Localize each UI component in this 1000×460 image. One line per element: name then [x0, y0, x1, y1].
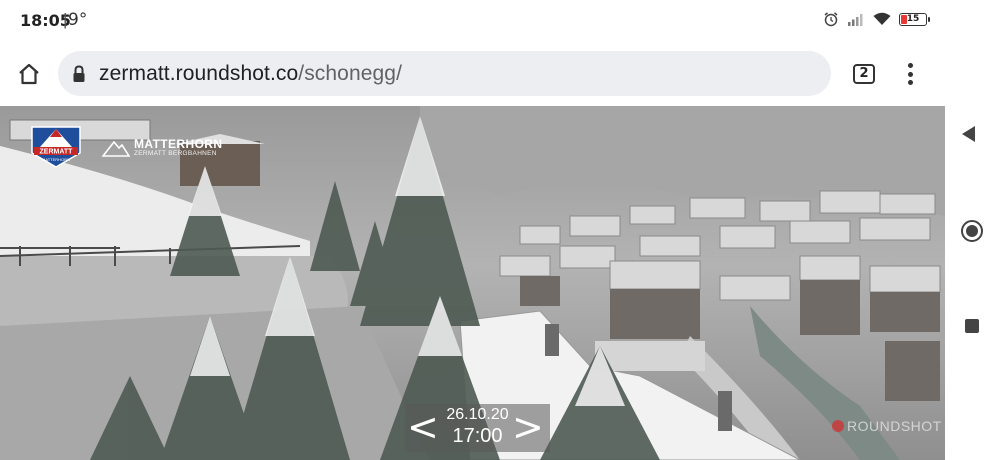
matterhorn-bergbahnen-logo[interactable]: MATTERHORN ZERMATT BERGBAHNEN — [102, 138, 222, 158]
url-path: /schonegg/ — [298, 61, 403, 85]
zermatt-logo-sub: MATTERHORN — [42, 157, 70, 162]
zermatt-logo[interactable]: ZERMATT MATTERHORN — [28, 123, 84, 169]
previous-image-button[interactable]: < — [407, 404, 439, 450]
status-bar: 18:05 | 9° 15 — [0, 0, 945, 40]
webcam-panorama[interactable]: ZERMATT MATTERHORN MATTERHORN ZERMATT BE… — [0, 106, 945, 460]
mountain-icon — [102, 140, 130, 157]
matterhorn-logo-sub: ZERMATT BERGBAHNEN — [134, 150, 217, 157]
matterhorn-logo-text: MATTERHORN ZERMATT BERGBAHNEN — [134, 138, 222, 158]
status-separator: | — [63, 10, 68, 29]
home-icon — [19, 63, 39, 85]
wifi-icon — [873, 12, 891, 25]
menu-dot — [907, 80, 913, 85]
url-domain: zermatt.roundshot.co — [99, 61, 299, 85]
signal-icon — [848, 14, 863, 26]
home-circle-icon[interactable] — [961, 220, 983, 242]
matterhorn-logo-title: MATTERHORN — [134, 137, 223, 151]
zermatt-logo-title: ZERMATT — [40, 149, 74, 156]
url-text: zermatt.roundshot.co/schonegg/ — [99, 62, 402, 86]
recents-icon[interactable] — [965, 319, 979, 333]
url-bar[interactable]: zermatt.roundshot.co/schonegg/ — [58, 51, 831, 96]
menu-dot — [907, 71, 913, 77]
status-temperature: 9° — [68, 10, 88, 30]
menu-dot — [907, 63, 913, 68]
battery-icon: 15 — [899, 12, 930, 26]
android-navigation-bar — [945, 0, 1000, 460]
back-icon[interactable] — [962, 126, 975, 142]
home-button[interactable] — [14, 59, 44, 89]
roundshot-dot-icon — [832, 420, 844, 432]
lock-icon — [72, 64, 86, 83]
alarm-icon — [824, 12, 838, 27]
browser-toolbar: zermatt.roundshot.co/schonegg/ 2 — [0, 40, 945, 106]
watermark-text: ROUNDSHOT — [847, 418, 942, 434]
status-icons: 15 — [823, 11, 930, 27]
overflow-menu-button[interactable] — [900, 60, 920, 88]
roundshot-watermark: ROUNDSHOT — [832, 418, 942, 434]
tab-switcher-button[interactable]: 2 — [853, 64, 875, 84]
next-image-button[interactable]: > — [512, 404, 544, 450]
battery-level: 15 — [906, 14, 920, 24]
zermatt-logo-icon: ZERMATT MATTERHORN — [31, 126, 81, 168]
